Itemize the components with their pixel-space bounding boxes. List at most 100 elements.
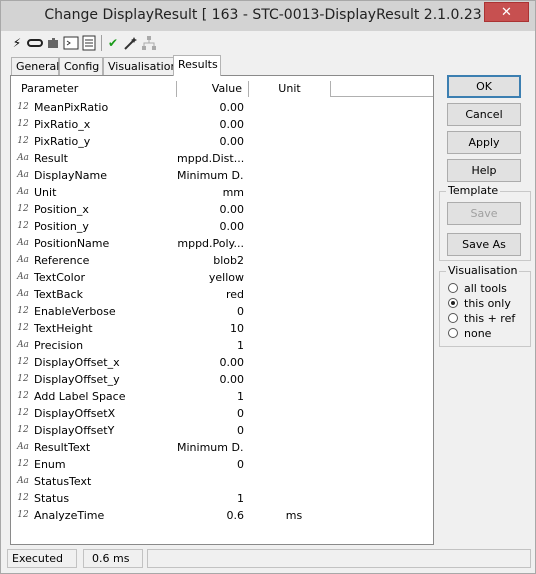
text-type-icon: Aa bbox=[17, 340, 29, 350]
parameter-value: 0.00 bbox=[219, 203, 245, 216]
table-row[interactable]: Aa StatusText bbox=[15, 473, 433, 490]
wand-icon[interactable] bbox=[123, 35, 139, 51]
table-row[interactable]: Aa ResultText Minimum D... bbox=[15, 439, 433, 456]
table-row[interactable]: 12 PixRatio_x 0.00 bbox=[15, 116, 433, 133]
parameter-value: 0.00 bbox=[219, 220, 245, 233]
apply-button[interactable]: Apply bbox=[447, 131, 521, 154]
link-icon[interactable] bbox=[27, 35, 43, 51]
radio-none[interactable]: none bbox=[448, 327, 491, 341]
save-as-button[interactable]: Save As bbox=[447, 233, 521, 256]
radio-label: this + ref bbox=[464, 312, 516, 325]
tab-config[interactable]: Config bbox=[59, 57, 103, 76]
radio-this-plus-ref[interactable]: this + ref bbox=[448, 312, 515, 326]
parameter-name: Result bbox=[34, 152, 68, 165]
text-type-icon: Aa bbox=[17, 255, 29, 265]
radio-this-only[interactable]: this only bbox=[448, 297, 511, 311]
parameter-value: yellow bbox=[208, 271, 244, 284]
table-row[interactable]: Aa TextColor yellow bbox=[15, 269, 433, 286]
document-icon[interactable] bbox=[81, 35, 97, 51]
parameter-value: 0 bbox=[237, 407, 244, 420]
parameter-name: Precision bbox=[34, 339, 84, 352]
parameter-name: TextBack bbox=[34, 288, 83, 301]
puzzle-icon[interactable] bbox=[45, 35, 61, 51]
text-type-icon: Aa bbox=[17, 272, 29, 282]
table-row[interactable]: 12 DisplayOffsetY 0 bbox=[15, 422, 433, 439]
table-row[interactable]: 12 EnableVerbose 0 bbox=[15, 303, 433, 320]
text-type-icon: Aa bbox=[17, 442, 29, 452]
parameter-value: 0.00 bbox=[219, 373, 245, 386]
close-button[interactable]: ✕ bbox=[484, 2, 529, 22]
parameter-name: DisplayOffsetX bbox=[34, 407, 116, 420]
table-row[interactable]: 12 AnalyzeTime 0.6 ms bbox=[15, 507, 433, 524]
lightning-icon[interactable]: ⚡ bbox=[9, 35, 25, 51]
table-row[interactable]: 12 DisplayOffset_x 0.00 bbox=[15, 354, 433, 371]
console-icon[interactable] bbox=[63, 35, 79, 51]
table-row[interactable]: 12 Status 1 bbox=[15, 490, 433, 507]
parameter-name: Add Label Space bbox=[34, 390, 126, 403]
parameter-value: mppd.Dist... bbox=[177, 152, 244, 165]
dialog-window: Change DisplayResult [ 163 - STC-0013-Di… bbox=[0, 0, 536, 574]
number-type-icon: 12 bbox=[17, 374, 29, 384]
table-row[interactable]: 12 Add Label Space 1 bbox=[15, 388, 433, 405]
radio-indicator bbox=[448, 283, 458, 293]
table-row[interactable]: Aa Unit mm bbox=[15, 184, 433, 201]
parameter-value: Minimum D... bbox=[177, 169, 244, 182]
header-value[interactable]: Value bbox=[177, 81, 249, 97]
header-parameter[interactable]: Parameter bbox=[11, 81, 177, 97]
parameter-value: 0.00 bbox=[219, 356, 245, 369]
parameter-value: mppd.Poly... bbox=[177, 237, 244, 250]
table-row[interactable]: Aa Result mppd.Dist... bbox=[15, 150, 433, 167]
number-type-icon: 12 bbox=[17, 323, 29, 333]
tab-visualisation[interactable]: Visualisation bbox=[103, 57, 181, 76]
network-icon[interactable] bbox=[141, 35, 157, 51]
parameter-value: 0 bbox=[237, 305, 244, 318]
table-row[interactable]: Aa DisplayName Minimum D... bbox=[15, 167, 433, 184]
status-empty bbox=[147, 549, 531, 568]
number-type-icon: 12 bbox=[17, 221, 29, 231]
tab-results[interactable]: Results bbox=[173, 55, 221, 76]
parameter-name: TextColor bbox=[34, 271, 85, 284]
parameter-name: EnableVerbose bbox=[34, 305, 116, 318]
table-row[interactable]: 12 Position_x 0.00 bbox=[15, 201, 433, 218]
cancel-button[interactable]: Cancel bbox=[447, 103, 521, 126]
table-row[interactable]: Aa Precision 1 bbox=[15, 337, 433, 354]
parameter-value: 10 bbox=[230, 322, 244, 335]
table-row[interactable]: 12 TextHeight 10 bbox=[15, 320, 433, 337]
parameter-name: Unit bbox=[34, 186, 57, 199]
parameter-value: 0.00 bbox=[219, 135, 245, 148]
tab-general[interactable]: General bbox=[11, 57, 59, 76]
text-type-icon: Aa bbox=[17, 238, 29, 248]
ok-button[interactable]: OK bbox=[447, 75, 521, 98]
table-row[interactable]: 12 Enum 0 bbox=[15, 456, 433, 473]
text-type-icon: Aa bbox=[17, 170, 29, 180]
help-button[interactable]: Help bbox=[447, 159, 521, 182]
parameter-name: Position_y bbox=[34, 220, 89, 233]
table-row[interactable]: Aa PositionName mppd.Poly... bbox=[15, 235, 433, 252]
parameter-name: AnalyzeTime bbox=[34, 509, 105, 522]
table-row[interactable]: 12 MeanPixRatio 0.00 bbox=[15, 99, 433, 116]
table-row[interactable]: 12 PixRatio_y 0.00 bbox=[15, 133, 433, 150]
toolbar-separator bbox=[101, 35, 102, 51]
radio-all-tools[interactable]: all tools bbox=[448, 282, 507, 296]
parameter-name: PositionName bbox=[34, 237, 110, 250]
radio-indicator bbox=[448, 313, 458, 323]
number-type-icon: 12 bbox=[17, 459, 29, 469]
toolbar: ⚡ ✔ bbox=[9, 33, 209, 53]
table-row[interactable]: 12 DisplayOffsetX 0 bbox=[15, 405, 433, 422]
table-row[interactable]: Aa TextBack red bbox=[15, 286, 433, 303]
radio-label: none bbox=[464, 327, 492, 340]
visualisation-group: Visualisation all tools this only this +… bbox=[439, 264, 531, 347]
number-type-icon: 12 bbox=[17, 102, 29, 112]
number-type-icon: 12 bbox=[17, 408, 29, 418]
parameter-name: PixRatio_y bbox=[34, 135, 91, 148]
check-icon[interactable]: ✔ bbox=[105, 35, 121, 51]
table-row[interactable]: 12 Position_y 0.00 bbox=[15, 218, 433, 235]
table-row[interactable]: 12 DisplayOffset_y 0.00 bbox=[15, 371, 433, 388]
header-unit[interactable]: Unit bbox=[249, 81, 331, 97]
radio-label: this only bbox=[464, 297, 511, 310]
parameter-value: 1 bbox=[237, 339, 244, 352]
save-button[interactable]: Save bbox=[447, 202, 521, 225]
number-type-icon: 12 bbox=[17, 425, 29, 435]
table-row[interactable]: Aa Reference blob2 bbox=[15, 252, 433, 269]
parameter-value: 0 bbox=[237, 424, 244, 437]
